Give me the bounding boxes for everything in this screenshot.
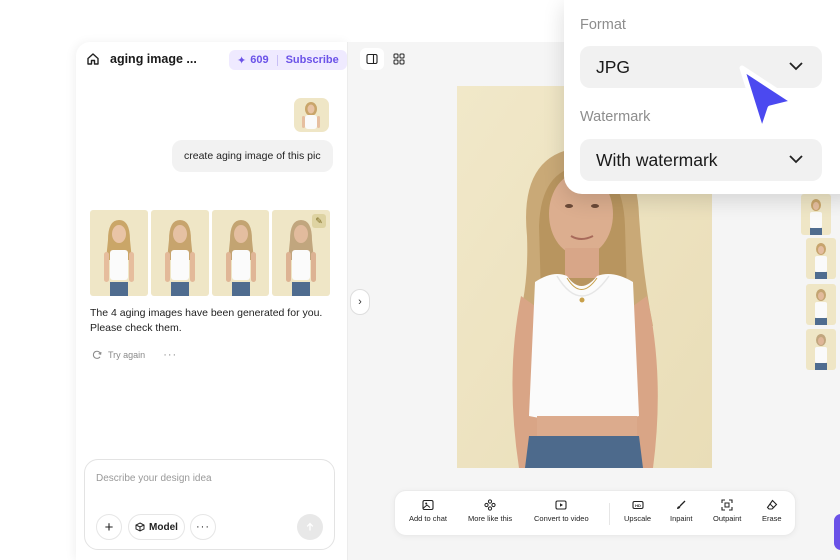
hd-icon: HD — [631, 500, 644, 510]
chat-title: aging image ... — [110, 52, 197, 66]
side-thumbnail-4[interactable] — [806, 329, 836, 370]
image-add-icon — [422, 499, 434, 511]
format-label: Format — [580, 17, 626, 33]
more-like-this-label: More like this — [468, 514, 513, 523]
model-label: Model — [149, 521, 178, 533]
svg-text:HD: HD — [635, 503, 641, 508]
watermark-select[interactable]: With watermark — [580, 139, 822, 181]
toolbar-divider — [609, 503, 610, 525]
outpaint-button[interactable]: Outpaint — [713, 499, 741, 523]
sparkle-icon: ✦ — [237, 54, 247, 67]
erase-label: Erase — [762, 514, 782, 523]
watermark-label: Watermark — [580, 109, 651, 125]
image-toolbar: Add to chat More like this Convert to vi… — [394, 490, 796, 536]
single-view-toggle[interactable] — [360, 48, 384, 70]
variations-icon — [484, 499, 496, 511]
convert-to-video-label: Convert to video — [534, 514, 589, 523]
add-attachment-button[interactable]: + — [96, 514, 122, 540]
chat-header: aging image ... ✦ 609 Subscribe — [76, 42, 348, 78]
pointer-cursor-icon — [739, 65, 797, 135]
user-message-bubble: create aging image of this pic — [172, 140, 333, 172]
watermark-value: With watermark — [596, 149, 718, 170]
prompt-input[interactable] — [96, 473, 316, 484]
send-button[interactable] — [297, 514, 323, 540]
side-thumbnail-2[interactable] — [806, 238, 836, 279]
inpaint-label: Inpaint — [670, 514, 693, 523]
chevron-right-icon: › — [358, 296, 362, 308]
floating-assistant-button[interactable] — [834, 514, 840, 550]
inpaint-button[interactable]: Inpaint — [670, 499, 693, 523]
grid-view-toggle[interactable] — [388, 48, 410, 70]
add-to-chat-button[interactable]: Add to chat — [409, 499, 447, 523]
expand-panel-button[interactable]: › — [350, 289, 370, 315]
generated-image-4[interactable]: ✎ — [272, 210, 330, 296]
refresh-icon[interactable] — [92, 350, 102, 360]
chevron-down-icon — [789, 155, 803, 164]
side-thumbnail-1[interactable] — [801, 194, 831, 235]
message-actions: Try again ··· — [92, 349, 177, 361]
panel-view-icon — [366, 53, 378, 65]
prompt-composer: + Model ··· — [84, 459, 335, 550]
generated-image-3[interactable] — [211, 210, 270, 296]
credits-count: 609 — [250, 54, 269, 66]
upscale-button[interactable]: HD Upscale — [624, 499, 651, 523]
more-tools-button[interactable]: ··· — [190, 514, 216, 540]
grid-icon — [393, 53, 405, 65]
outpaint-label: Outpaint — [713, 514, 742, 523]
home-icon[interactable] — [86, 52, 100, 66]
erase-button[interactable]: Erase — [762, 499, 782, 523]
eraser-icon — [766, 499, 778, 510]
try-again-button[interactable]: Try again — [108, 350, 145, 360]
cube-icon — [135, 522, 145, 532]
generated-image-1[interactable] — [90, 210, 148, 296]
subscribe-link[interactable]: Subscribe — [286, 54, 339, 66]
side-thumbnail-3[interactable] — [806, 284, 836, 325]
generated-image-2[interactable] — [150, 210, 209, 296]
upscale-label: Upscale — [624, 514, 652, 523]
brush-icon — [677, 500, 686, 509]
generated-images-grid: ✎ — [90, 210, 330, 296]
assistant-result-text: The 4 aging images have been generated f… — [90, 307, 323, 334]
chat-panel: aging image ... ✦ 609 Subscribe create a… — [76, 42, 348, 560]
more-options-button[interactable]: ··· — [163, 349, 177, 361]
credits-subscribe-pill[interactable]: ✦ 609 Subscribe — [229, 50, 347, 70]
model-selector-button[interactable]: Model — [128, 514, 185, 540]
expand-frame-icon — [721, 499, 733, 511]
pill-divider — [276, 54, 278, 66]
wand-icon[interactable]: ✎ — [312, 214, 326, 228]
convert-to-video-button[interactable]: Convert to video — [534, 499, 589, 523]
video-icon — [555, 500, 567, 510]
uploaded-photo-thumbnail[interactable] — [294, 98, 329, 132]
arrow-up-icon — [306, 522, 314, 531]
add-to-chat-label: Add to chat — [409, 514, 447, 523]
more-like-this-button[interactable]: More like this — [468, 499, 512, 523]
format-value: JPG — [596, 56, 631, 77]
